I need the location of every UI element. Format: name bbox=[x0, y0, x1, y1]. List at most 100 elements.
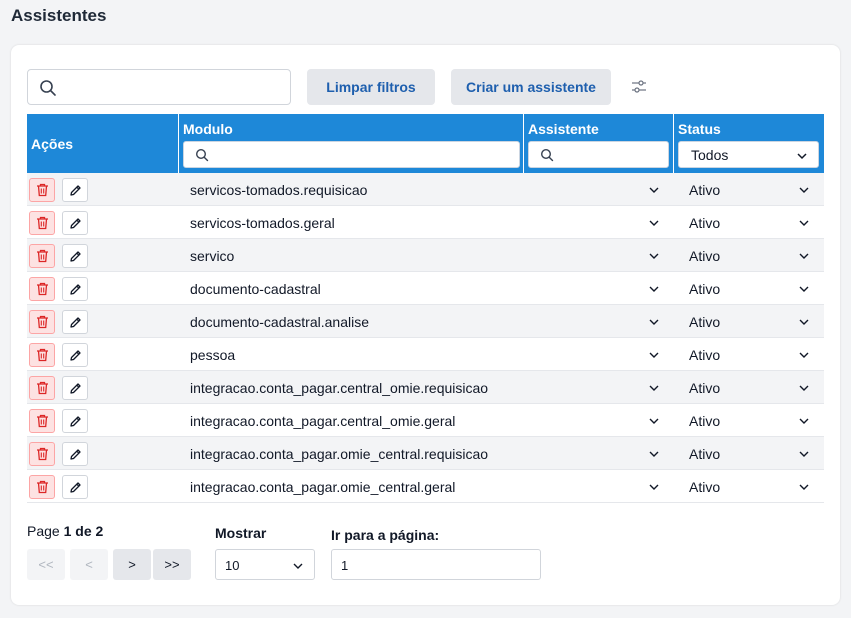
status-filter-value: Todos bbox=[691, 147, 729, 163]
delete-button[interactable] bbox=[29, 442, 55, 466]
goto-page-value: 1 bbox=[341, 558, 349, 573]
edit-button[interactable] bbox=[62, 475, 88, 499]
status-cell: Ativo bbox=[689, 281, 721, 297]
header-assistente: Assistente bbox=[523, 114, 673, 173]
edit-button[interactable] bbox=[62, 211, 88, 235]
status-select-chevron-icon[interactable] bbox=[798, 217, 810, 229]
delete-button[interactable] bbox=[29, 178, 55, 202]
chevron-down-icon bbox=[797, 153, 807, 160]
modulo-cell: servico bbox=[190, 248, 235, 264]
status-cell: Ativo bbox=[689, 479, 721, 495]
edit-button[interactable] bbox=[62, 244, 88, 268]
search-input[interactable] bbox=[27, 69, 291, 105]
assistant-select-chevron-icon[interactable] bbox=[648, 250, 660, 262]
page-size-value: 10 bbox=[225, 558, 240, 573]
assistant-select-chevron-icon[interactable] bbox=[648, 382, 660, 394]
status-select-chevron-icon[interactable] bbox=[798, 448, 810, 460]
status-select-chevron-icon[interactable] bbox=[798, 316, 810, 328]
status-cell: Ativo bbox=[689, 347, 721, 363]
delete-button[interactable] bbox=[29, 310, 55, 334]
status-cell: Ativo bbox=[689, 314, 721, 330]
header-modulo: Modulo bbox=[178, 114, 523, 173]
status-select-chevron-icon[interactable] bbox=[798, 415, 810, 427]
edit-button[interactable] bbox=[62, 277, 88, 301]
status-select-chevron-icon[interactable] bbox=[798, 283, 810, 295]
table-row: integracao.conta_pagar.omie_central.gera… bbox=[27, 470, 824, 503]
assistant-select-chevron-icon[interactable] bbox=[648, 283, 660, 295]
status-cell: Ativo bbox=[689, 446, 721, 462]
first-page-button[interactable]: << bbox=[27, 549, 65, 580]
edit-button[interactable] bbox=[62, 178, 88, 202]
delete-button[interactable] bbox=[29, 409, 55, 433]
next-page-button[interactable]: > bbox=[113, 549, 151, 580]
page-size-label: Mostrar bbox=[215, 525, 267, 541]
status-select-chevron-icon[interactable] bbox=[798, 349, 810, 361]
assistant-select-chevron-icon[interactable] bbox=[648, 448, 660, 460]
header-status-label: Status bbox=[678, 121, 721, 137]
edit-button[interactable] bbox=[62, 376, 88, 400]
header-acoes-label: Ações bbox=[31, 136, 74, 152]
status-select-chevron-icon[interactable] bbox=[798, 184, 810, 196]
table-header: Ações Modulo Assistente Status Todos bbox=[27, 114, 824, 173]
modulo-cell: pessoa bbox=[190, 347, 236, 363]
modulo-cell: documento-cadastral.analise bbox=[190, 314, 369, 330]
status-select-chevron-icon[interactable] bbox=[798, 250, 810, 262]
edit-button[interactable] bbox=[62, 310, 88, 334]
goto-page-input[interactable]: 1 bbox=[331, 549, 541, 580]
header-status: Status Todos bbox=[673, 114, 824, 173]
table-row: servicos-tomados.geral Ativo bbox=[27, 206, 824, 239]
status-filter-select[interactable]: Todos bbox=[678, 141, 819, 168]
assistant-select-chevron-icon[interactable] bbox=[648, 217, 660, 229]
assistente-filter-input[interactable] bbox=[528, 141, 669, 168]
edit-button[interactable] bbox=[62, 343, 88, 367]
header-acoes: Ações bbox=[27, 114, 177, 173]
assistant-select-chevron-icon[interactable] bbox=[648, 415, 660, 427]
table-body: servicos-tomados.requisicao Ativo servicos… bbox=[27, 173, 824, 503]
table-row: servicos-tomados.requisicao Ativo bbox=[27, 173, 824, 206]
status-cell: Ativo bbox=[689, 413, 721, 429]
assistant-select-chevron-icon[interactable] bbox=[648, 349, 660, 361]
search-icon bbox=[195, 148, 209, 162]
table-row: integracao.conta_pagar.central_omie.gera… bbox=[27, 404, 824, 437]
delete-button[interactable] bbox=[29, 244, 55, 268]
status-cell: Ativo bbox=[689, 182, 721, 198]
modulo-cell: integracao.conta_pagar.central_omie.requ… bbox=[190, 380, 489, 396]
page-title: Assistentes bbox=[11, 6, 107, 25]
clear-filters-button[interactable]: Limpar filtros bbox=[307, 69, 435, 105]
table-row: integracao.conta_pagar.omie_central.requ… bbox=[27, 437, 824, 470]
header-modulo-label: Modulo bbox=[183, 121, 233, 137]
delete-button[interactable] bbox=[29, 475, 55, 499]
last-page-button[interactable]: >> bbox=[153, 549, 191, 580]
sliders-icon[interactable] bbox=[631, 79, 647, 95]
edit-button[interactable] bbox=[62, 442, 88, 466]
assistants-table: Ações Modulo Assistente Status Todos ser… bbox=[27, 114, 824, 503]
header-assistente-label: Assistente bbox=[528, 121, 599, 137]
prev-page-button[interactable]: < bbox=[70, 549, 108, 580]
modulo-cell: integracao.conta_pagar.omie_central.gera… bbox=[190, 479, 456, 495]
assistants-card: Limpar filtros Criar um assistente Ações… bbox=[11, 45, 840, 605]
modulo-filter-input[interactable] bbox=[183, 141, 520, 168]
delete-button[interactable] bbox=[29, 343, 55, 367]
status-select-chevron-icon[interactable] bbox=[798, 382, 810, 394]
table-row: integracao.conta_pagar.central_omie.requ… bbox=[27, 371, 824, 404]
status-cell: Ativo bbox=[689, 380, 721, 396]
search-icon bbox=[540, 148, 554, 162]
delete-button[interactable] bbox=[29, 211, 55, 235]
modulo-cell: documento-cadastral bbox=[190, 281, 321, 297]
status-select-chevron-icon[interactable] bbox=[798, 481, 810, 493]
edit-button[interactable] bbox=[62, 409, 88, 433]
table-row: servico Ativo bbox=[27, 239, 824, 272]
create-assistant-button[interactable]: Criar um assistente bbox=[451, 69, 611, 105]
page-indicator: Page 1 de 2 bbox=[27, 523, 103, 539]
assistant-select-chevron-icon[interactable] bbox=[648, 481, 660, 493]
assistant-select-chevron-icon[interactable] bbox=[648, 316, 660, 328]
page-size-select[interactable]: 10 bbox=[215, 549, 315, 580]
page-info: 1 de 2 bbox=[63, 523, 104, 539]
delete-button[interactable] bbox=[29, 376, 55, 400]
status-cell: Ativo bbox=[689, 248, 721, 264]
delete-button[interactable] bbox=[29, 277, 55, 301]
table-row: pessoa Ativo bbox=[27, 338, 824, 371]
assistant-select-chevron-icon[interactable] bbox=[648, 184, 660, 196]
modulo-cell: integracao.conta_pagar.central_omie.gera… bbox=[190, 413, 456, 429]
goto-page-label: Ir para a página: bbox=[331, 527, 440, 543]
